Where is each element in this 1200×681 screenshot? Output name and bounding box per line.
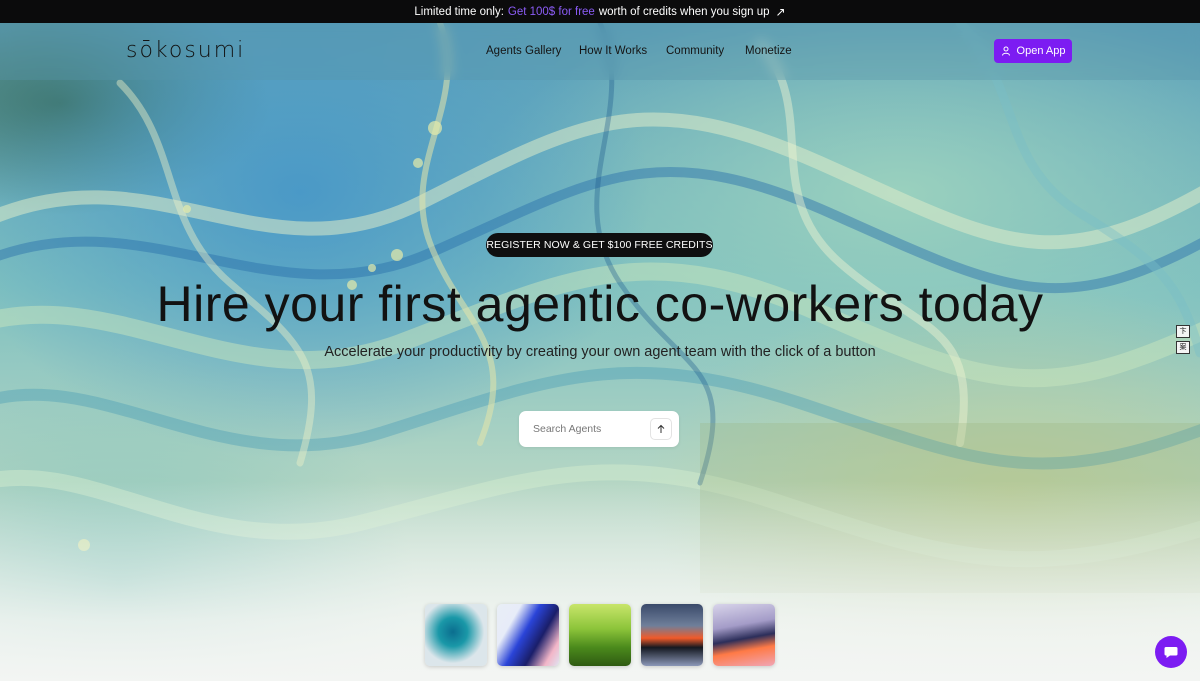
nav-link-monetize[interactable]: Monetize: [745, 43, 792, 59]
page-title: Hire your first agentic co-workers today: [156, 276, 1044, 332]
sokosumi-logo[interactable]: sōkosumi: [126, 39, 245, 63]
announcement-bar[interactable]: Limited time only: Get 100$ for free wor…: [0, 0, 1200, 23]
nav-link-agents-gallery[interactable]: Agents Gallery: [486, 43, 561, 59]
arrow-up-icon: [657, 424, 665, 433]
search-submit-button[interactable]: [650, 418, 672, 440]
arrow-up-right-icon: ↗: [775, 4, 786, 19]
agent-thumbnail[interactable]: [497, 604, 559, 666]
nav-link-community[interactable]: Community: [666, 43, 724, 59]
register-badge[interactable]: REGISTER NOW & GET $100 FREE CREDITS: [486, 233, 713, 257]
side-widget-top[interactable]: 卞: [1176, 325, 1190, 338]
agent-thumbnail[interactable]: [713, 604, 775, 666]
chat-button[interactable]: [1155, 636, 1187, 668]
nav-link-how-it-works[interactable]: How It Works: [579, 43, 647, 59]
agent-thumbnail[interactable]: [641, 604, 703, 666]
announcement-highlight[interactable]: Get 100$ for free: [508, 6, 595, 18]
chat-icon: [1164, 647, 1178, 658]
search-input[interactable]: [531, 420, 649, 438]
announcement-prefix: Limited time only:: [414, 5, 504, 18]
open-app-label: Open App: [1016, 45, 1066, 57]
top-nav: sōkosumi Agents Gallery How It Works Com…: [0, 23, 1200, 80]
agent-thumbnail[interactable]: [569, 604, 631, 666]
page-subtitle: Accelerate your productivity by creating…: [324, 344, 876, 360]
announcement-suffix: worth of credits when you sign up: [598, 5, 770, 18]
side-widget-bottom[interactable]: 案: [1176, 341, 1190, 354]
agent-thumbnail[interactable]: [425, 604, 487, 666]
side-widget[interactable]: 卞 案: [1176, 325, 1190, 355]
open-app-button[interactable]: Open App: [994, 39, 1072, 63]
search-box: [519, 411, 679, 447]
user-icon: [1001, 46, 1010, 56]
